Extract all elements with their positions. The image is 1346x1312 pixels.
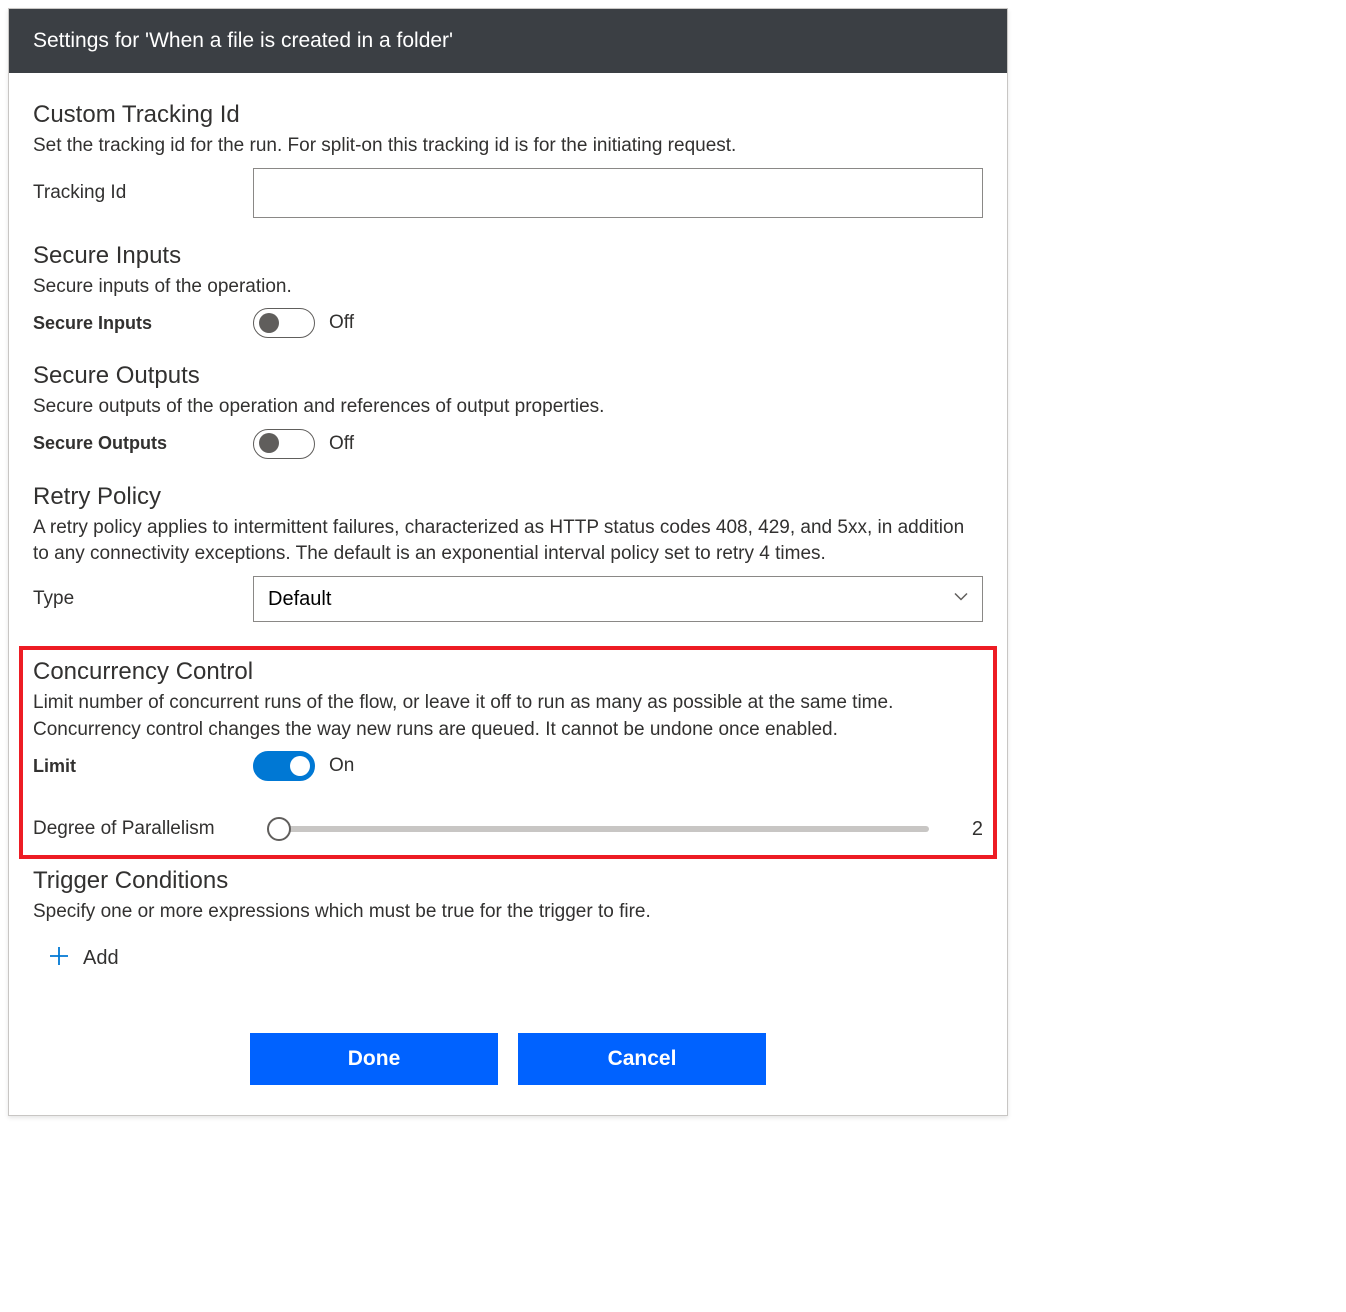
toggle-knob — [290, 756, 310, 776]
retry-type-label: Type — [33, 588, 253, 610]
dialog-header: Settings for 'When a file is created in … — [9, 9, 1007, 73]
parallelism-slider[interactable] — [267, 817, 929, 841]
concurrency-desc: Limit number of concurrent runs of the f… — [33, 690, 983, 743]
cancel-button[interactable]: Cancel — [518, 1033, 766, 1085]
slider-thumb[interactable] — [267, 817, 291, 841]
parallelism-value: 2 — [943, 818, 983, 841]
toggle-knob — [259, 433, 279, 453]
trigger-conditions-title: Trigger Conditions — [33, 867, 983, 895]
add-condition-label: Add — [83, 947, 119, 970]
tracking-id-label: Tracking Id — [33, 182, 253, 204]
concurrency-title: Concurrency Control — [33, 658, 983, 686]
section-secure-inputs: Secure Inputs Secure inputs of the opera… — [33, 242, 983, 339]
tracking-id-input[interactable] — [253, 168, 983, 218]
done-button[interactable]: Done — [250, 1033, 498, 1085]
tracking-id-desc: Set the tracking id for the run. For spl… — [33, 133, 983, 160]
parallelism-label: Degree of Parallelism — [33, 818, 253, 840]
slider-track — [267, 826, 929, 832]
add-condition-button[interactable]: Add — [47, 944, 119, 973]
concurrency-limit-state: On — [329, 755, 354, 777]
secure-inputs-state: Off — [329, 312, 354, 334]
secure-outputs-label: Secure Outputs — [33, 433, 253, 454]
concurrency-limit-label: Limit — [33, 756, 253, 777]
section-concurrency: Concurrency Control Limit number of conc… — [33, 658, 983, 841]
concurrency-limit-toggle[interactable] — [253, 751, 315, 781]
secure-inputs-label: Secure Inputs — [33, 313, 253, 334]
tracking-id-title: Custom Tracking Id — [33, 101, 983, 129]
section-trigger-conditions: Trigger Conditions Specify one or more e… — [33, 867, 983, 973]
toggle-knob — [259, 313, 279, 333]
section-secure-outputs: Secure Outputs Secure outputs of the ope… — [33, 362, 983, 459]
dialog-title: Settings for 'When a file is created in … — [33, 29, 453, 52]
section-retry-policy: Retry Policy A retry policy applies to i… — [33, 483, 983, 622]
secure-inputs-desc: Secure inputs of the operation. — [33, 274, 983, 301]
concurrency-highlight: Concurrency Control Limit number of conc… — [19, 646, 997, 859]
retry-type-select[interactable]: Default — [253, 576, 983, 622]
plus-icon — [47, 944, 71, 973]
secure-outputs-desc: Secure outputs of the operation and refe… — [33, 394, 983, 421]
secure-outputs-title: Secure Outputs — [33, 362, 983, 390]
secure-outputs-toggle[interactable] — [253, 429, 315, 459]
secure-inputs-toggle[interactable] — [253, 308, 315, 338]
trigger-conditions-desc: Specify one or more expressions which mu… — [33, 899, 983, 926]
settings-dialog: Settings for 'When a file is created in … — [8, 8, 1008, 1116]
retry-policy-desc: A retry policy applies to intermittent f… — [33, 515, 983, 568]
dialog-buttons: Done Cancel — [33, 1033, 983, 1095]
retry-policy-title: Retry Policy — [33, 483, 983, 511]
secure-outputs-state: Off — [329, 433, 354, 455]
secure-inputs-title: Secure Inputs — [33, 242, 983, 270]
section-tracking-id: Custom Tracking Id Set the tracking id f… — [33, 101, 983, 218]
dialog-body: Custom Tracking Id Set the tracking id f… — [9, 73, 1007, 1115]
